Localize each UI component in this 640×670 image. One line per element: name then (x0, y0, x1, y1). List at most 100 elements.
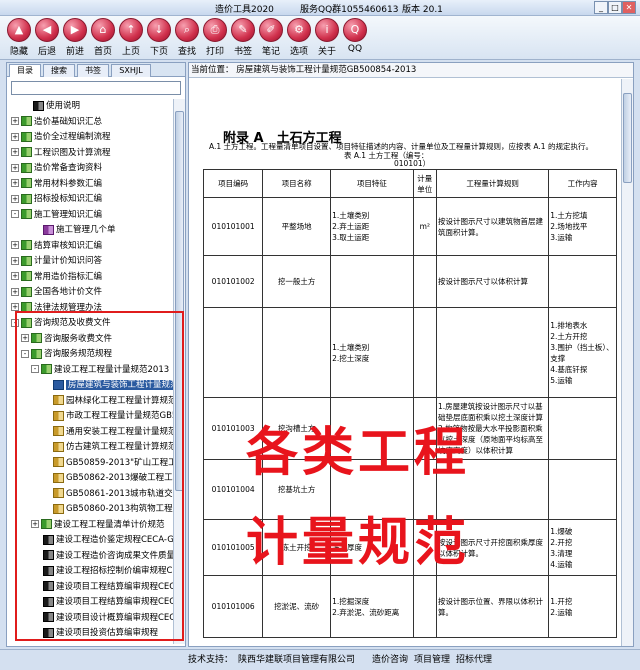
expand-icon[interactable]: + (11, 117, 19, 125)
find-label: 查找 (177, 47, 196, 57)
expand-icon[interactable]: + (11, 287, 19, 296)
tab-0[interactable]: 目录 (9, 64, 41, 77)
note-label: 笔记 (261, 47, 280, 57)
about-label: 关于 (317, 47, 336, 57)
expand-icon[interactable]: + (11, 241, 19, 249)
expand-icon[interactable]: + (11, 272, 19, 280)
hide-button[interactable]: ▲ 隐藏 (4, 18, 34, 58)
cell-work: 1.爆破 2.开挖 3.清理 4.运输 (548, 519, 617, 576)
expand-icon[interactable]: + (11, 256, 19, 265)
note-button[interactable]: ✐ 笔记 (256, 18, 286, 58)
cell-work (548, 397, 617, 460)
cell-work: 1.开挖 2.运输 (548, 575, 617, 638)
book-icon (21, 240, 32, 250)
expand-icon[interactable]: + (11, 303, 19, 311)
overlay-text-line2: 计量规范 (246, 513, 471, 573)
status-link[interactable]: 项目管理 (414, 655, 450, 665)
bookmark-icon: ✎ (231, 18, 255, 42)
close-button[interactable]: ✕ (622, 1, 636, 14)
book-icon (21, 255, 32, 266)
tab-1[interactable]: 搜索 (43, 64, 75, 77)
document-scrollbar[interactable] (621, 79, 633, 646)
hide-label: 隐藏 (9, 47, 28, 57)
expand-icon[interactable]: + (11, 179, 19, 187)
book-icon (21, 162, 32, 173)
tree-item[interactable]: + 常用造价指标汇编 (11, 270, 102, 284)
book-icon (21, 193, 32, 204)
print-button[interactable]: ⎙ 打印 (200, 18, 230, 58)
cell-rule: 按设计图示尺寸以建筑物首层建筑面积计算。 (435, 197, 550, 256)
tree-item[interactable]: + 招标投标知识汇编 (11, 192, 102, 206)
find-button[interactable]: ⌕ 查找 (172, 18, 202, 58)
minimize-button[interactable]: _ (594, 1, 608, 14)
tree-item[interactable]: - 施工管理知识汇编 (11, 208, 102, 222)
tree-item[interactable]: + 计量计价知识问答 (11, 254, 102, 268)
prev-page-button[interactable]: ↑ 上页 (116, 18, 146, 58)
tree-item-label: 造价基础知识汇总 (34, 116, 103, 127)
column-header: 项目编码 (202, 169, 264, 198)
next-page-button[interactable]: ↓ 下页 (144, 18, 174, 58)
qq-button[interactable]: Q QQ (340, 18, 370, 58)
tree-item-label: 常用材料参数汇编 (34, 178, 103, 189)
status-link[interactable]: 招标代理 (456, 655, 492, 665)
tree-item-label: 常用造价指标汇编 (34, 271, 103, 282)
tree-item[interactable]: + 结算审核知识汇编 (11, 239, 102, 253)
tree-item-label: 施工管理几个单 (56, 225, 116, 235)
options-button[interactable]: ⚙ 选项 (284, 18, 314, 58)
cell-work: 1.排地表水 2.土方开挖 3.围护（挡土板）、支撑 4.基底钎探 5.运输 (548, 307, 617, 398)
tree-item-label: 使用说明 (46, 101, 81, 111)
tab-2[interactable]: 书签 (77, 64, 109, 77)
forward-button[interactable]: ▶ 前进 (60, 18, 90, 58)
support-company: 陕西华建联项目管理有限公司 (238, 655, 356, 665)
cell-unit (412, 255, 437, 308)
home-icon: ⌂ (91, 18, 115, 42)
cell-code: 010101002 (202, 255, 264, 308)
tree-item[interactable]: + 全国各地计价文件 (11, 285, 102, 299)
prev-page-label: 上页 (121, 47, 140, 57)
book-icon (33, 100, 44, 111)
cell-work: 1.土方挖填 2.场地找平 3.运输 (548, 197, 617, 256)
document-scroll-thumb[interactable] (623, 93, 632, 183)
book-icon (21, 116, 32, 126)
maximize-button[interactable]: □ (608, 1, 622, 14)
table-caption-code: 010101） (394, 159, 431, 168)
back-button[interactable]: ◀ 后退 (32, 18, 62, 58)
cell-rule: 按设计图示尺寸以体积计算 (435, 255, 550, 308)
cell-rule: 按设计图示位置、界限以体积计算。 (435, 575, 550, 638)
cell-name: 挖淤泥、流砂 (262, 575, 332, 638)
left-tabs: 目录 搜索 书签 SXHJL (7, 63, 185, 77)
back-label: 后退 (37, 47, 56, 57)
tree-item[interactable]: + 造价常备查询资料 (11, 161, 102, 175)
tree-item-label: 招标投标知识汇编 (34, 194, 103, 204)
bookmark-button[interactable]: ✎ 书签 (228, 18, 258, 58)
table-row: 1.土壤类别 2.挖土深度 1.排地表水 2.土方开挖 3.围护（挡土板）、支撑 … (202, 307, 617, 398)
cell-name: 挖一般土方 (262, 255, 332, 308)
tree-item[interactable]: 使用说明 (21, 99, 80, 113)
column-header: 工程量计算规则 (435, 169, 550, 198)
print-label: 打印 (205, 47, 224, 57)
prev-page-icon: ↑ (119, 18, 143, 42)
expand-icon[interactable]: + (11, 148, 19, 156)
collapse-icon[interactable]: - (11, 210, 19, 218)
tab-3[interactable]: SXHJL (111, 64, 151, 77)
tree-item[interactable]: + 造价基础知识汇总 (11, 115, 102, 129)
book-icon (21, 147, 32, 157)
tree-item[interactable]: + 造价全过程编制流程 (11, 130, 111, 144)
tree-item[interactable]: + 工程识图及计算流程 (11, 146, 111, 160)
status-bar: 技术支持： 陕西华建联项目管理有限公司 造价咨询 项目管理 招标代理 (0, 649, 640, 670)
expand-icon[interactable]: + (11, 132, 19, 141)
home-button[interactable]: ⌂ 首页 (88, 18, 118, 58)
book-icon (21, 271, 32, 281)
options-label: 选项 (289, 47, 308, 57)
about-button[interactable]: i 关于 (312, 18, 342, 58)
tree-item[interactable]: 施工管理几个单 (31, 223, 116, 237)
tree-item[interactable]: + 常用材料参数汇编 (11, 177, 102, 191)
expand-icon[interactable]: + (11, 163, 19, 172)
tree-search-input[interactable] (11, 81, 181, 95)
expand-icon[interactable]: + (11, 194, 19, 203)
highlight-box (15, 311, 184, 641)
forward-icon: ▶ (63, 18, 87, 42)
book-icon (21, 178, 32, 188)
tree-item-label: 工程识图及计算流程 (34, 147, 111, 158)
status-link[interactable]: 造价咨询 (372, 655, 408, 665)
